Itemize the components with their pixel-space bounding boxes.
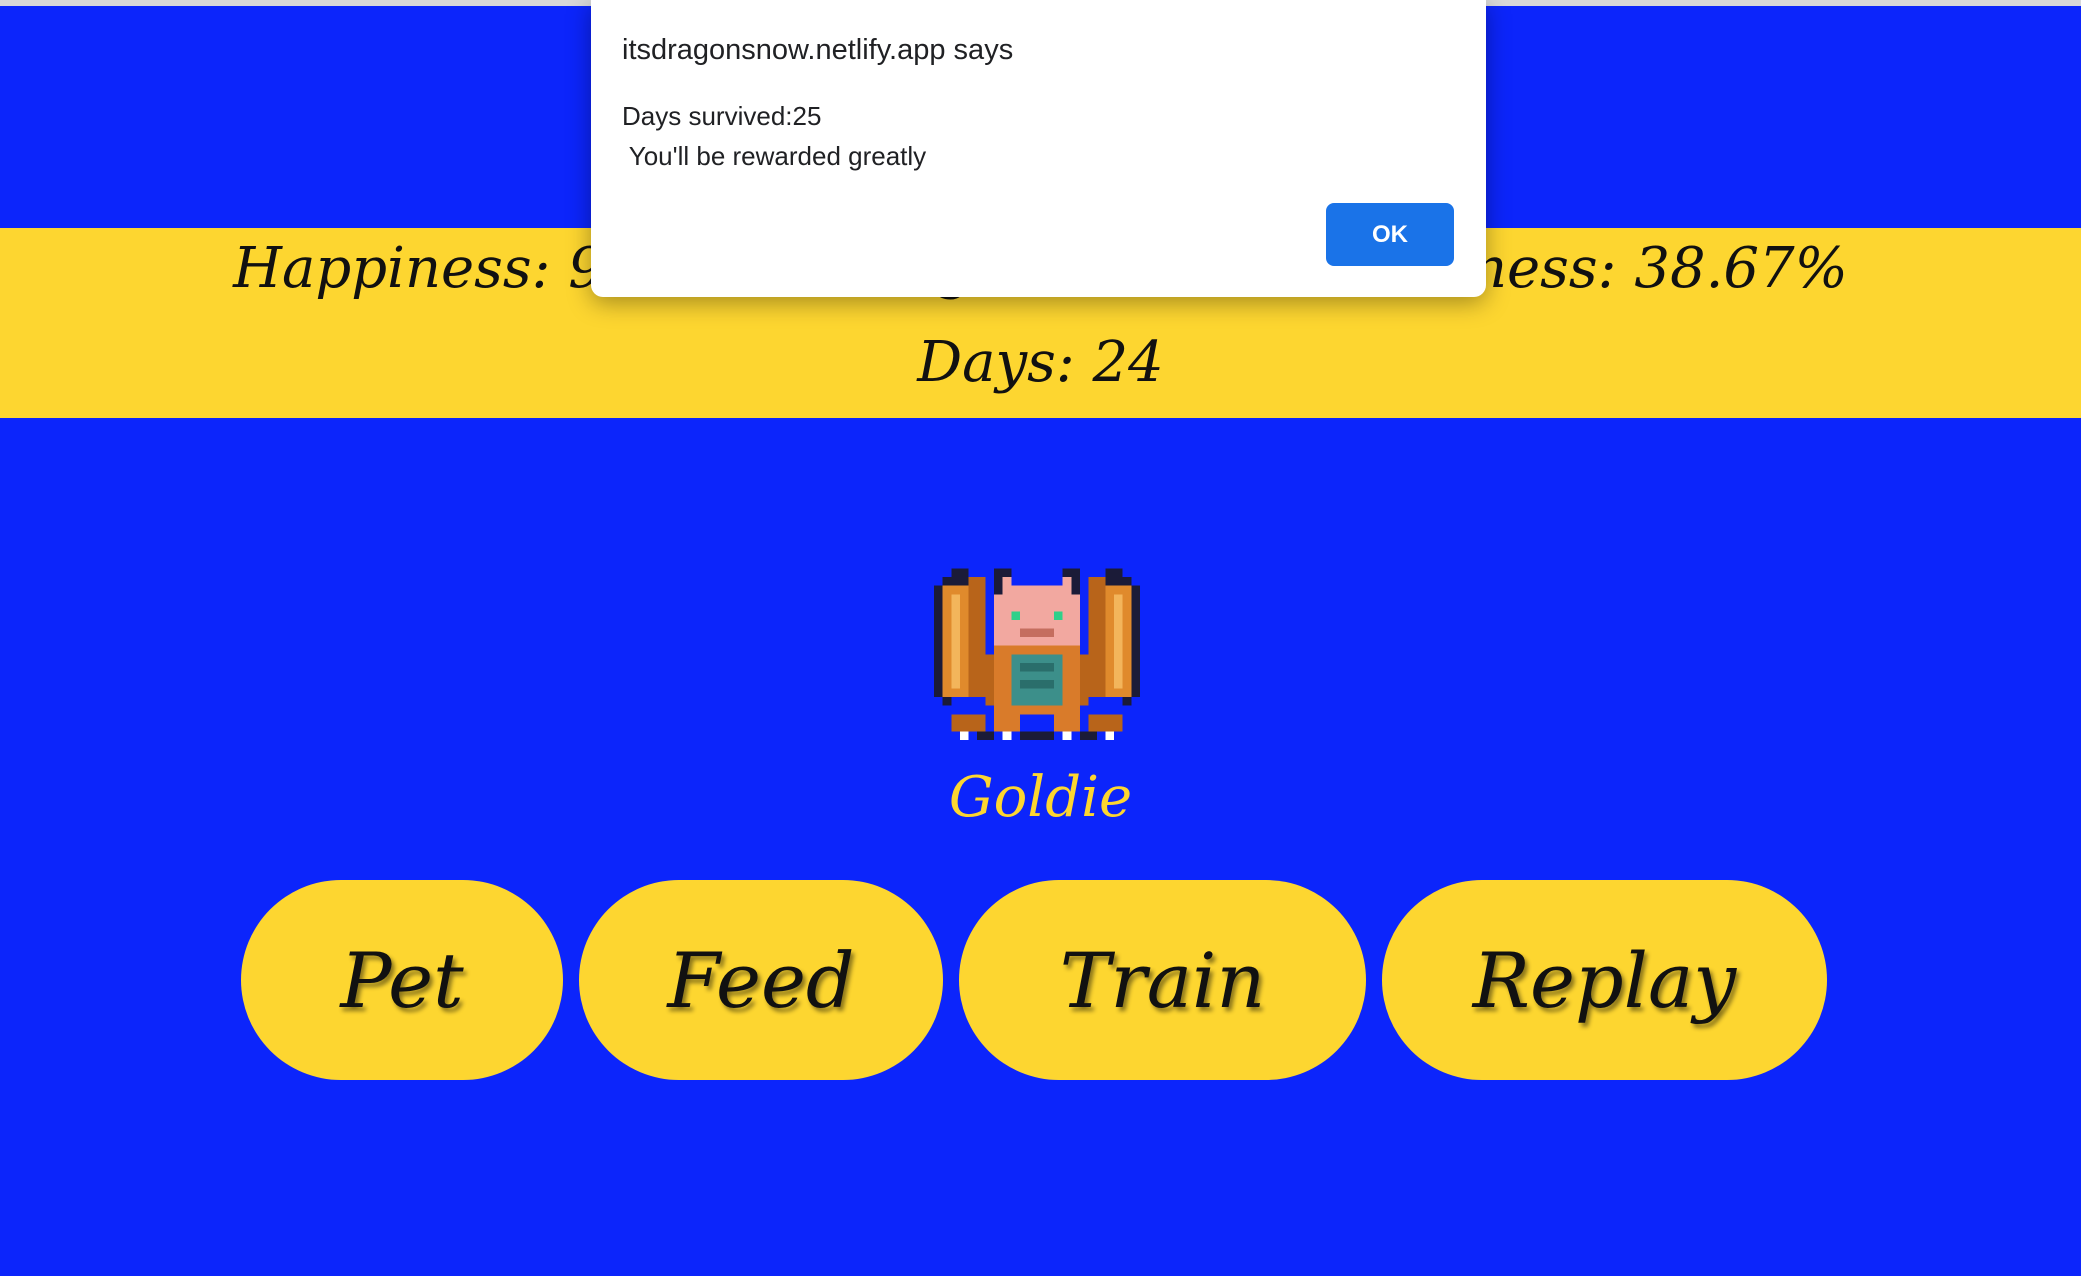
ok-button[interactable]: OK	[1326, 203, 1454, 266]
dialog-message: Days survived:25 You'll be rewarded grea…	[622, 101, 927, 171]
pet-button[interactable]: Pet	[241, 880, 563, 1080]
dialog-title: itsdragonsnow.netlify.app says	[622, 34, 1014, 66]
pet-name: Goldie	[948, 765, 1133, 830]
replay-button[interactable]: Replay	[1382, 880, 1827, 1080]
train-button[interactable]: Train	[959, 880, 1366, 1080]
days-counter: Days: 24	[917, 330, 1164, 395]
alert-dialog: itsdragonsnow.netlify.app says Days surv…	[591, 0, 1486, 297]
feed-button[interactable]: Feed	[579, 880, 943, 1080]
dragon-sprite-icon	[934, 568, 1140, 740]
